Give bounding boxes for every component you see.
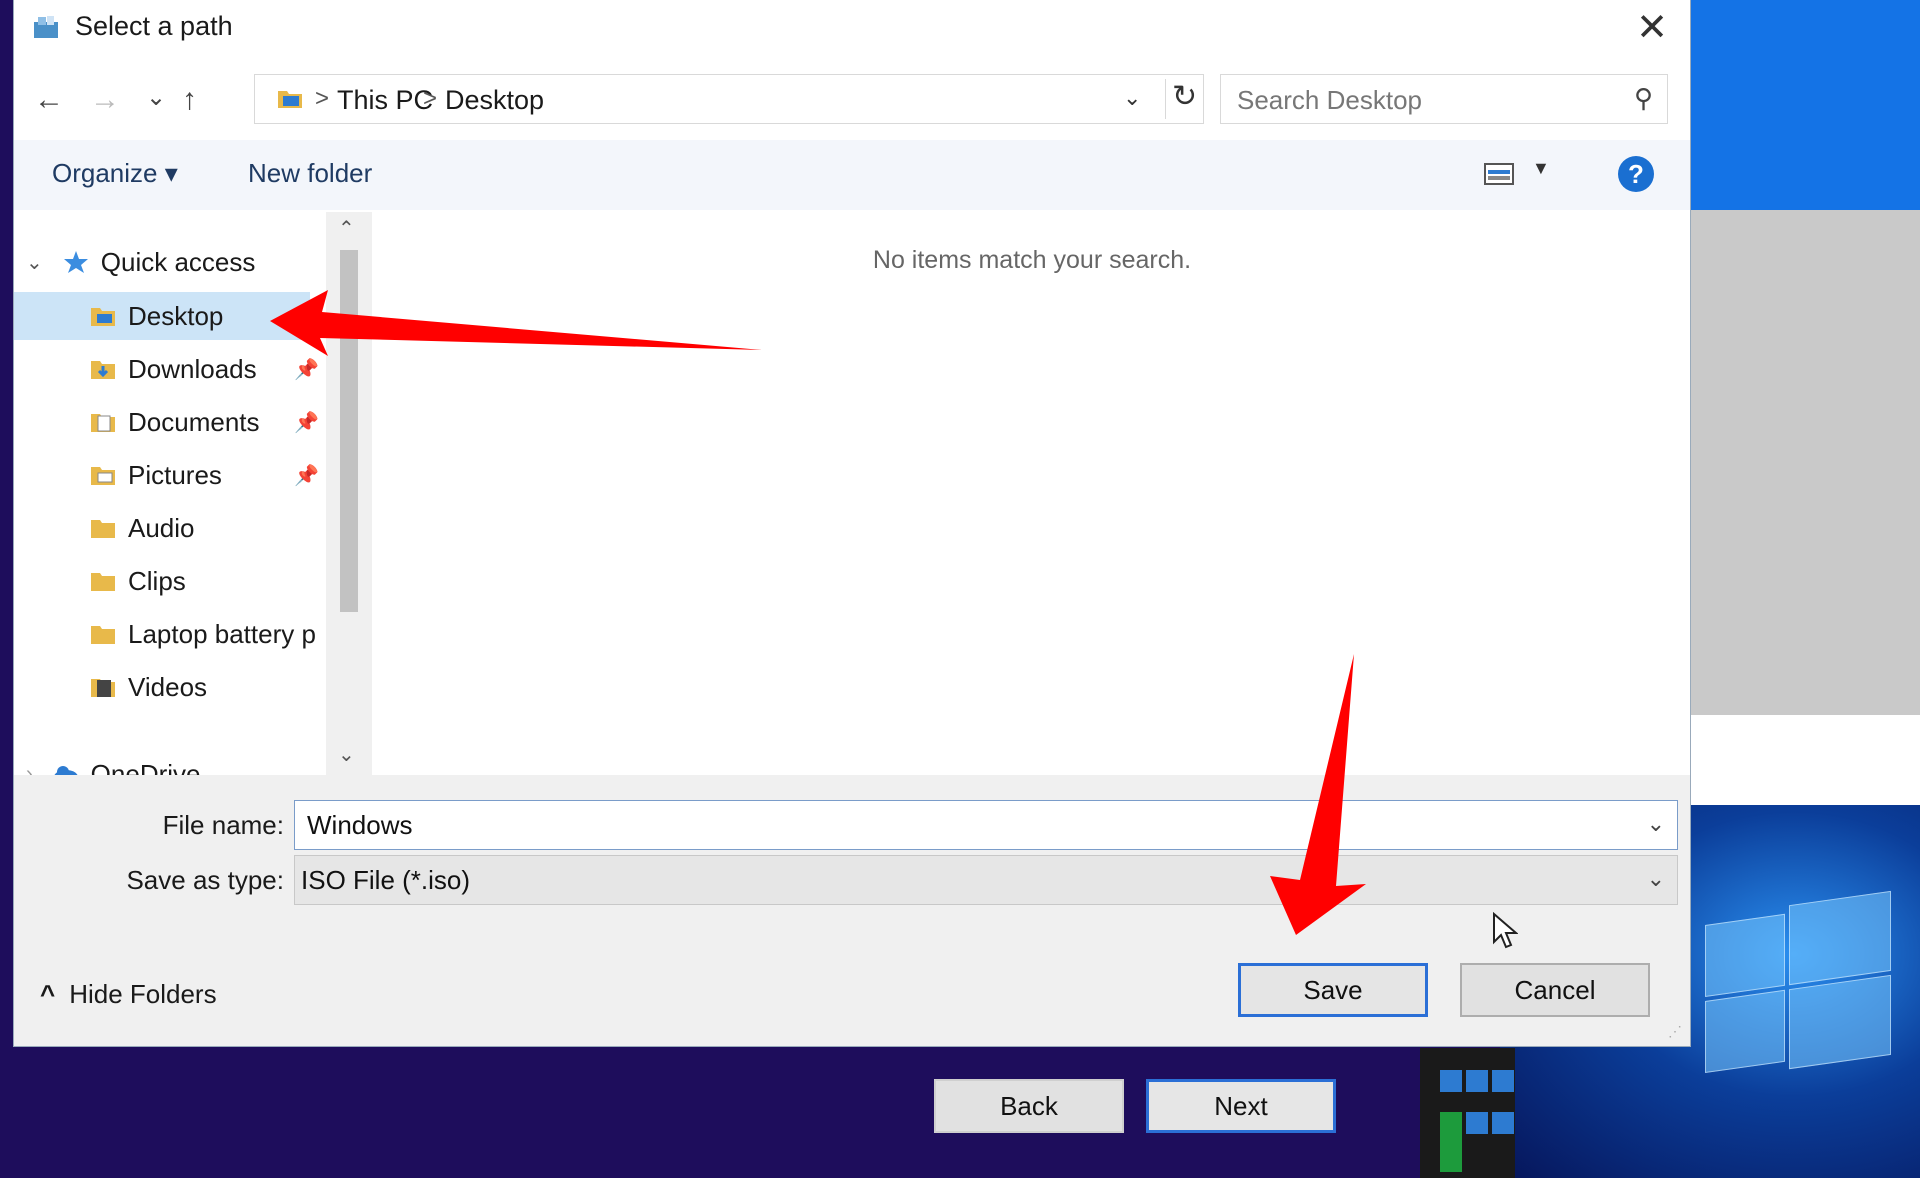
close-button[interactable]: ✕ bbox=[1632, 8, 1672, 48]
chevron-down-icon[interactable]: ⌄ bbox=[26, 250, 43, 275]
empty-message: No items match your search. bbox=[872, 246, 1192, 274]
pin-icon[interactable]: 📌 bbox=[294, 357, 319, 382]
save-type-label: Save as type: bbox=[126, 865, 284, 895]
tree-item-pictures[interactable]: Pictures 📌 bbox=[14, 451, 324, 499]
tree-quick-access[interactable]: ⌄ Quick access bbox=[26, 238, 255, 286]
tree-item-label: Documents bbox=[128, 406, 260, 437]
chevron-up-icon: ^ bbox=[40, 979, 56, 1009]
save-button[interactable]: Save bbox=[1238, 963, 1428, 1017]
folder-icon bbox=[91, 626, 115, 644]
navigation-bar: ← → ⌄ ↑ > This PC > Desktop ⌄ ↻ Search D… bbox=[14, 70, 1690, 130]
scrollbar-thumb[interactable] bbox=[340, 250, 358, 612]
address-bar[interactable]: > This PC > Desktop ⌄ ↻ bbox=[254, 74, 1204, 124]
file-name-label: File name: bbox=[162, 810, 284, 840]
pin-icon[interactable]: 📌 bbox=[294, 410, 319, 435]
tree-item-label: Downloads bbox=[128, 353, 257, 384]
back-arrow-icon[interactable]: ← bbox=[34, 84, 64, 116]
refresh-icon[interactable]: ↻ bbox=[1165, 79, 1208, 119]
up-arrow-icon[interactable]: ↑ bbox=[182, 84, 197, 116]
tree-item-documents[interactable]: Documents 📌 bbox=[14, 398, 324, 446]
videos-folder-icon bbox=[91, 679, 115, 697]
chevron-down-icon[interactable]: ⌄ bbox=[1647, 866, 1665, 892]
breadcrumb-separator: > bbox=[423, 85, 438, 112]
resize-grip-icon[interactable]: ⋰ bbox=[1668, 1023, 1682, 1040]
app-icon bbox=[34, 16, 58, 38]
tree-item-clips[interactable]: Clips bbox=[14, 557, 324, 605]
title-bar: Select a path ✕ bbox=[14, 0, 1690, 58]
tree-item-label: Clips bbox=[128, 565, 186, 596]
breadcrumb-separator: > bbox=[315, 85, 330, 112]
tree-item-label: Audio bbox=[128, 512, 195, 543]
breadcrumb-desktop[interactable]: Desktop bbox=[445, 85, 544, 116]
hide-folders-button[interactable]: ^ Hide Folders bbox=[40, 979, 217, 1010]
tree-item-label: Laptop battery p bbox=[128, 618, 316, 649]
chevron-down-icon[interactable]: ⌄ bbox=[1647, 811, 1665, 837]
onedrive-cloud-icon bbox=[54, 766, 78, 775]
breadcrumb-this-pc[interactable]: This PC bbox=[337, 85, 433, 116]
tree-item-label: Desktop bbox=[128, 300, 224, 331]
background-gray-panel bbox=[1688, 210, 1920, 715]
chevron-right-icon[interactable]: › bbox=[26, 763, 33, 776]
taskbar-thumbnail bbox=[1420, 1048, 1515, 1178]
search-icon[interactable]: ⚲ bbox=[1634, 83, 1653, 114]
tree-item-desktop[interactable]: Desktop bbox=[14, 292, 310, 340]
search-box[interactable]: Search Desktop ⚲ bbox=[1220, 74, 1668, 124]
tree-item-label: Quick access bbox=[100, 246, 256, 277]
tree-item-videos[interactable]: Videos bbox=[14, 663, 324, 711]
desktop-folder-icon bbox=[91, 308, 115, 326]
save-dialog: Select a path ✕ ← → ⌄ ↑ > This PC > Desk… bbox=[14, 0, 1690, 1046]
forward-arrow-icon[interactable]: → bbox=[90, 84, 120, 116]
organize-button[interactable]: Organize ▾ bbox=[52, 158, 178, 189]
file-name-value: Windows bbox=[307, 810, 413, 840]
file-name-input[interactable]: Windows ⌄ bbox=[294, 800, 1678, 850]
setup-next-button[interactable]: Next bbox=[1146, 1079, 1336, 1133]
tree-item-label: Pictures bbox=[128, 459, 222, 490]
tree-onedrive[interactable]: › OneDrive bbox=[26, 750, 201, 775]
scroll-up-icon[interactable]: ⌃ bbox=[338, 216, 355, 241]
recent-locations-icon[interactable]: ⌄ bbox=[146, 82, 166, 114]
command-toolbar: Organize ▾ New folder ▼ ? bbox=[14, 140, 1690, 210]
dialog-title: Select a path bbox=[75, 11, 233, 41]
address-dropdown-icon[interactable]: ⌄ bbox=[1123, 85, 1141, 111]
tree-item-label: Videos bbox=[128, 671, 208, 702]
folder-icon bbox=[91, 573, 115, 591]
view-options-icon[interactable] bbox=[1484, 162, 1514, 186]
scroll-down-icon[interactable]: ⌄ bbox=[338, 742, 355, 767]
background-white-strip bbox=[1688, 715, 1920, 805]
background-blue-panel bbox=[1688, 0, 1920, 210]
tree-item-laptop-battery-p[interactable]: Laptop battery p bbox=[14, 610, 324, 658]
help-icon[interactable]: ? bbox=[1618, 156, 1654, 192]
folder-icon bbox=[91, 520, 115, 538]
tree-item-label: OneDrive bbox=[90, 758, 201, 776]
save-type-value: ISO File (*.iso) bbox=[301, 865, 471, 895]
new-folder-button[interactable]: New folder bbox=[248, 158, 372, 189]
star-icon bbox=[63, 251, 88, 273]
view-dropdown-icon[interactable]: ▼ bbox=[1532, 158, 1550, 179]
pictures-folder-icon bbox=[91, 467, 115, 485]
tree-item-downloads[interactable]: Downloads 📌 bbox=[14, 345, 324, 393]
pin-icon[interactable]: 📌 bbox=[294, 463, 319, 488]
mouse-cursor-icon bbox=[1493, 912, 1518, 949]
cancel-button[interactable]: Cancel bbox=[1460, 963, 1650, 1017]
hide-folders-label: Hide Folders bbox=[69, 979, 217, 1009]
desktop-folder-icon bbox=[278, 91, 302, 108]
tree-item-audio[interactable]: Audio bbox=[14, 504, 324, 552]
save-type-select[interactable]: ISO File (*.iso) ⌄ bbox=[294, 855, 1678, 905]
navigation-scrollbar[interactable]: ⌃ ⌄ bbox=[326, 212, 372, 775]
navigation-pane: ⌄ Quick access Desktop Downloads 📌 Document… bbox=[14, 212, 360, 775]
file-list-area[interactable]: No items match your search. bbox=[374, 212, 1690, 775]
save-options-panel: File name: Windows ⌄ Save as type: ISO F… bbox=[14, 775, 1690, 1046]
documents-folder-icon bbox=[91, 414, 115, 432]
search-placeholder: Search Desktop bbox=[1237, 85, 1422, 115]
setup-back-button[interactable]: Back bbox=[934, 1079, 1124, 1133]
downloads-folder-icon bbox=[91, 361, 115, 379]
